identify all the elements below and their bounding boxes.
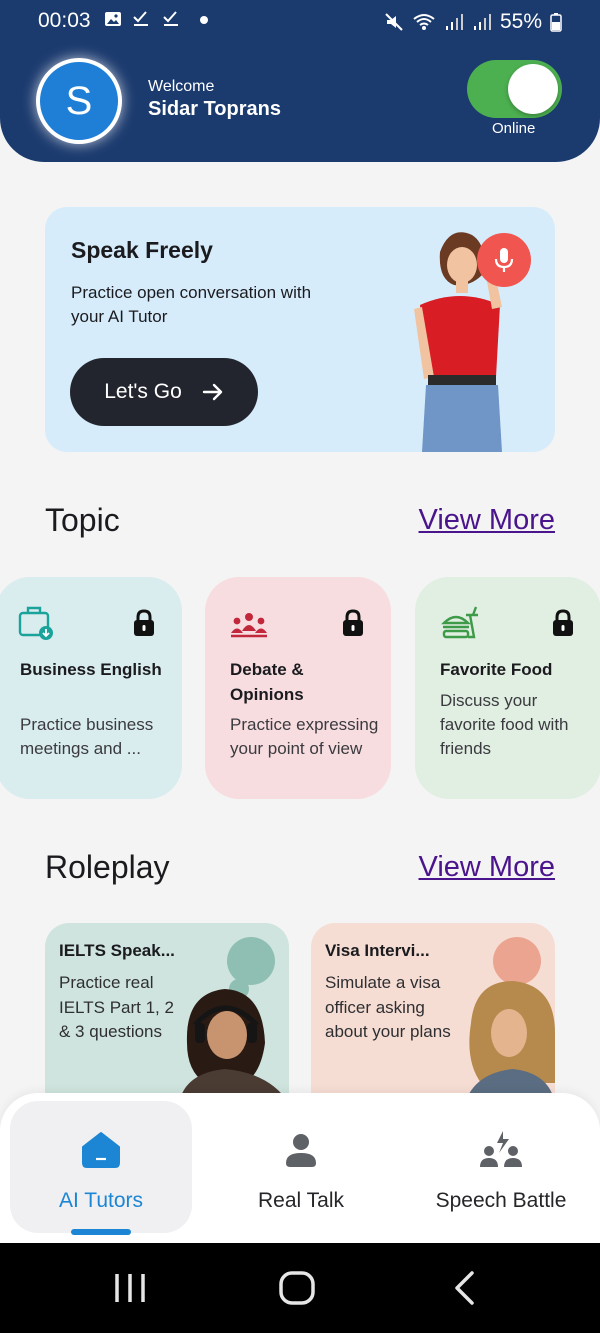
roleplay-card-description: Simulate a visa officer asking about you… [325, 973, 451, 1041]
online-status-label: Online [492, 120, 536, 137]
roleplay-card-ielts[interactable]: IELTS Speak... Practice real IELTS Part … [45, 923, 289, 1103]
signal-icon [445, 14, 463, 30]
speak-freely-card[interactable]: Speak Freely Practice open conversation … [45, 207, 555, 452]
topic-card-favorite-food[interactable]: Favorite Food Discuss your favorite food… [415, 577, 600, 799]
online-toggle[interactable] [467, 60, 562, 118]
topic-card-description: Practice business meetings and ... [20, 715, 154, 758]
system-navigation-bar [0, 1243, 600, 1333]
status-time: 00:03 [38, 9, 91, 32]
avatar-initial: S [65, 78, 93, 123]
topic-section-title: Topic [45, 502, 120, 538]
roleplay-view-more-link[interactable]: View More [419, 851, 555, 884]
active-tab-indicator [71, 1229, 131, 1235]
toggle-knob [508, 64, 558, 114]
avatar[interactable]: S [36, 58, 122, 144]
nav-label: AI Tutors [58, 1189, 144, 1212]
nav-speech-battle[interactable]: Speech Battle [410, 1101, 592, 1233]
woman-reading-photo [465, 937, 555, 1103]
nav-label: Real Talk [258, 1189, 344, 1212]
hero-title: Speak Freely [71, 237, 213, 263]
roleplay-card-title: IELTS Speak... [59, 941, 175, 960]
roleplay-card-visa-interview[interactable]: Visa Intervi... Simulate a visa officer … [311, 923, 555, 1103]
home-button-icon[interactable] [278, 1271, 316, 1305]
lock-icon [553, 609, 573, 636]
roleplay-card-title: Visa Intervi... [325, 941, 430, 960]
checklist-icon [133, 11, 148, 26]
lets-go-button[interactable]: Let's Go [70, 358, 258, 426]
username: Sidar Toprans [148, 98, 281, 120]
battery-percent: 55% [499, 10, 542, 33]
topic-card-title: Favorite Food [440, 660, 553, 679]
microphone-icon [494, 248, 514, 272]
roleplay-section-title: Roleplay [45, 849, 170, 885]
microphone-button[interactable] [477, 233, 531, 287]
lets-go-label: Let's Go [104, 380, 182, 403]
hero-description: Practice open conversation with your AI … [71, 283, 312, 326]
nav-real-talk[interactable]: Real Talk [210, 1101, 392, 1233]
back-icon[interactable] [452, 1271, 478, 1305]
topic-card-business-english[interactable]: Business English Practice business meeti… [0, 577, 182, 799]
lock-icon [134, 609, 154, 636]
topic-view-more-link[interactable]: View More [419, 504, 555, 537]
topic-card-description: Practice expressing your point of view [230, 715, 379, 758]
woman-with-headphones-photo [179, 937, 289, 1103]
welcome-label: Welcome [148, 78, 215, 95]
topic-card-description: Discuss your favorite food with friends [440, 691, 569, 758]
briefcase-download-icon [18, 606, 53, 640]
group-discussion-icon [231, 613, 267, 638]
nav-label: Speech Battle [435, 1189, 567, 1212]
checklist-icon-2 [163, 11, 178, 26]
system-status-icons: 55% [384, 10, 562, 34]
arrow-right-icon [202, 383, 222, 401]
recent-apps-icon[interactable] [112, 1271, 148, 1305]
lock-icon [343, 609, 363, 636]
topic-card-title: Debate & Opinions [230, 660, 304, 704]
nav-ai-tutors[interactable]: AI Tutors [10, 1101, 192, 1235]
bottom-navigation: AI Tutors Real Talk Speech Battle [0, 1093, 600, 1243]
people-lightning-icon [480, 1131, 522, 1167]
home-icon [82, 1132, 120, 1168]
status-bar: 00:03 55% [0, 0, 600, 44]
header-bar: 00:03 55% S Welcome Sidar Toprans Online [0, 0, 600, 162]
gallery-icon [105, 12, 121, 26]
topic-card-debate-opinions[interactable]: Debate & Opinions Practice expressing yo… [205, 577, 391, 799]
mute-icon [385, 13, 403, 31]
topic-card-title: Business English [20, 660, 162, 679]
notification-dot-icon [200, 16, 208, 24]
notification-icons [104, 10, 210, 28]
burger-drink-icon [441, 606, 478, 639]
signal-icon-2 [473, 14, 491, 30]
battery-icon [550, 13, 562, 32]
wifi-icon [413, 14, 435, 30]
person-icon [286, 1134, 316, 1167]
